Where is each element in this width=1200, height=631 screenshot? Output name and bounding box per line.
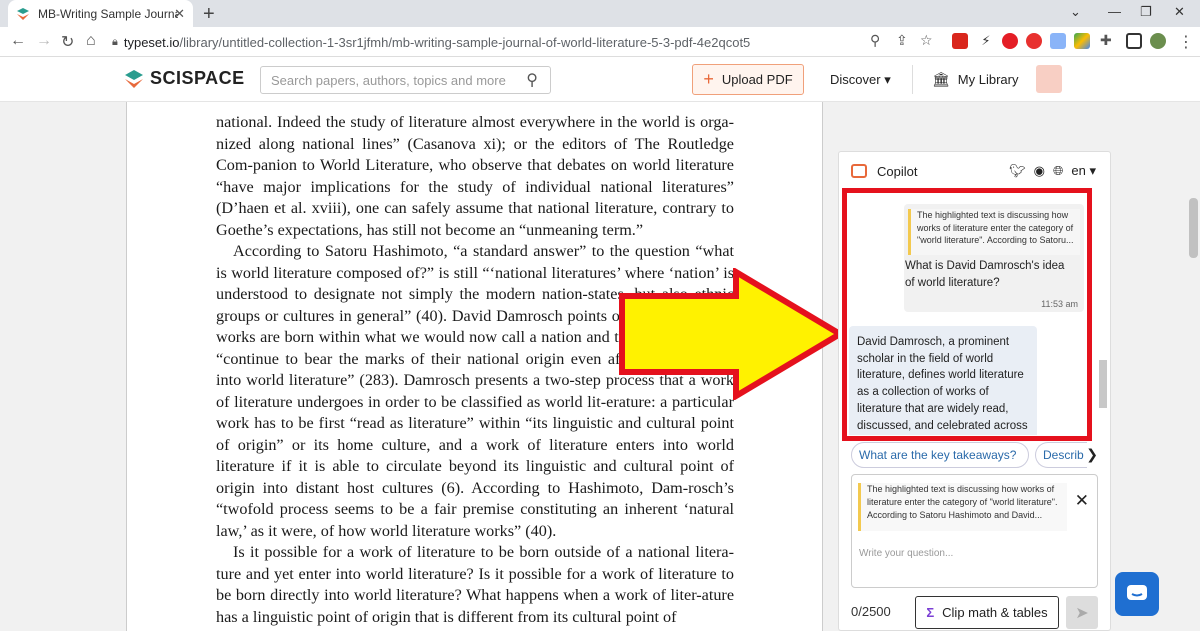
app-header: SCISPACE Search papers, authors, topics … xyxy=(0,57,1200,102)
chat-widget-button[interactable] xyxy=(1115,572,1159,616)
bookmark-star-icon[interactable]: ☆ xyxy=(920,32,933,49)
upload-pdf-button[interactable]: + Upload PDF xyxy=(692,64,804,95)
annotation-arrow-icon xyxy=(619,268,846,400)
extension-doc-icon[interactable] xyxy=(1050,33,1066,49)
chat-history[interactable]: The highlighted text is discussing how w… xyxy=(839,192,1110,435)
char-counter: 0/2500 xyxy=(851,604,891,619)
lock-icon: 🔒︎ xyxy=(112,35,118,48)
sidebar-toggle-icon[interactable] xyxy=(1126,33,1142,49)
my-library-label: My Library xyxy=(957,72,1019,87)
twitter-icon[interactable]: 🐦︎ xyxy=(1009,163,1026,179)
window-close-icon[interactable]: ✕ xyxy=(1174,4,1185,20)
discord-icon[interactable]: ◉ xyxy=(1034,163,1045,179)
share-icon[interactable]: ⇪ xyxy=(896,32,908,49)
globe-icon[interactable]: 🌐︎ xyxy=(1053,163,1063,179)
search-placeholder: Search papers, authors, topics and more xyxy=(271,73,506,88)
tab-title: MB-Writing Sample Journal of W xyxy=(38,6,178,21)
user-question: What is David Damrosch's idea of world l… xyxy=(904,258,1084,292)
chat-widget-icon xyxy=(1127,585,1147,600)
user-avatar[interactable] xyxy=(1036,65,1062,93)
copilot-bot-icon xyxy=(851,164,867,178)
scispace-favicon-icon xyxy=(16,7,30,21)
user-message-quote: The highlighted text is discussing how w… xyxy=(908,209,1080,255)
tab-close-icon[interactable]: ✕ xyxy=(174,6,185,22)
language-select[interactable]: en ▾ xyxy=(1071,163,1096,179)
user-question-text: What is David Damrosch's idea of world l… xyxy=(905,260,1065,289)
paragraph: national. Indeed the study of literature… xyxy=(216,113,734,239)
search-icon[interactable]: ⚲ xyxy=(526,70,538,90)
caret-down-icon: ▾ xyxy=(884,72,891,87)
url-domain: typeset.io xyxy=(123,34,180,50)
my-library-link[interactable]: 🏛︎ My Library xyxy=(932,71,1018,88)
forward-icon[interactable]: → xyxy=(36,32,52,50)
maximize-icon[interactable]: ❐ xyxy=(1140,4,1152,20)
bank-icon: 🏛︎ xyxy=(932,71,950,87)
user-message: The highlighted text is discussing how w… xyxy=(904,204,1084,312)
header-divider xyxy=(912,65,913,94)
reload-icon[interactable]: ↻ xyxy=(61,32,74,52)
drive-icon[interactable] xyxy=(1074,33,1090,49)
back-icon[interactable]: ← xyxy=(10,32,26,50)
suggestion-chip[interactable]: Describ xyxy=(1035,442,1087,468)
extension-opera-icon[interactable] xyxy=(1002,33,1018,49)
clip-label: Clip math & tables xyxy=(942,605,1048,620)
extension-red-icon[interactable] xyxy=(952,33,968,49)
home-icon[interactable]: ⌂ xyxy=(86,32,96,50)
message-timestamp: 11:53 am xyxy=(1041,299,1078,309)
chevron-right-icon[interactable]: ❯ xyxy=(1086,446,1098,463)
scispace-logo-icon xyxy=(124,69,144,89)
send-icon: ➤ xyxy=(1075,604,1089,622)
menu-kebab-icon[interactable]: ⋮ xyxy=(1178,32,1194,52)
discover-label: Discover xyxy=(830,72,881,87)
new-tab-icon[interactable]: + xyxy=(203,3,215,26)
chat-scroll-thumb[interactable] xyxy=(1099,360,1107,408)
browser-tab-bar: MB-Writing Sample Journal of W ✕ + ⌄ — ❐… xyxy=(0,0,1200,27)
upload-label: Upload PDF xyxy=(721,72,793,87)
copilot-header: Copilot 🐦︎ ◉ 🌐︎ en ▾ xyxy=(839,152,1110,190)
sigma-icon: Σ xyxy=(926,605,935,620)
address-bar: ← → ↻ ⌂ 🔒︎ typeset.io /library/untitled-… xyxy=(0,27,1200,57)
zoom-icon[interactable]: ⚲ xyxy=(870,32,880,49)
logo-text: SCISPACE xyxy=(150,68,245,88)
copilot-panel: Copilot 🐦︎ ◉ 🌐︎ en ▾ The highlighted tex… xyxy=(838,151,1111,631)
browser-tab[interactable]: MB-Writing Sample Journal of W ✕ xyxy=(8,0,193,27)
scispace-logo[interactable]: SCISPACE xyxy=(124,68,245,89)
input-quote: The highlighted text is discussing how w… xyxy=(858,483,1067,531)
profile-avatar[interactable] xyxy=(1150,33,1166,49)
clip-math-button[interactable]: Σ Clip math & tables xyxy=(915,596,1059,629)
discover-menu[interactable]: Discover ▾ xyxy=(830,72,891,88)
url-field[interactable]: 🔒︎ typeset.io /library/untitled-collecti… xyxy=(112,31,942,53)
copilot-title: Copilot xyxy=(877,163,918,179)
close-icon[interactable]: ✕ xyxy=(1075,491,1089,511)
page-scrollbar[interactable] xyxy=(1187,102,1200,631)
copilot-header-icons: 🐦︎ ◉ 🌐︎ en ▾ xyxy=(1009,163,1096,179)
paragraph: Is it possible for a work of literature … xyxy=(216,543,734,626)
question-placeholder: Write your question... xyxy=(859,548,954,559)
adblock-icon[interactable] xyxy=(1026,33,1042,49)
minimize-icon[interactable]: — xyxy=(1108,4,1121,19)
extension-bolt-icon[interactable]: ⚡ xyxy=(978,33,994,49)
search-input[interactable]: Search papers, authors, topics and more … xyxy=(260,66,551,94)
chat-scrollbar[interactable] xyxy=(1099,232,1107,435)
bot-message: David Damrosch, a prominent scholar in t… xyxy=(849,326,1037,435)
suggestion-chip[interactable]: What are the key takeaways? xyxy=(851,442,1029,468)
extensions-puzzle-icon[interactable]: ✚ xyxy=(1100,32,1112,49)
plus-icon: + xyxy=(703,69,714,89)
tab-search-icon[interactable]: ⌄ xyxy=(1070,4,1081,20)
url-path: /library/untitled-collection-1-3sr1jfmh/… xyxy=(179,34,751,50)
question-input[interactable]: The highlighted text is discussing how w… xyxy=(851,474,1098,588)
page-scroll-thumb[interactable] xyxy=(1189,198,1198,258)
send-button[interactable]: ➤ xyxy=(1066,596,1098,629)
